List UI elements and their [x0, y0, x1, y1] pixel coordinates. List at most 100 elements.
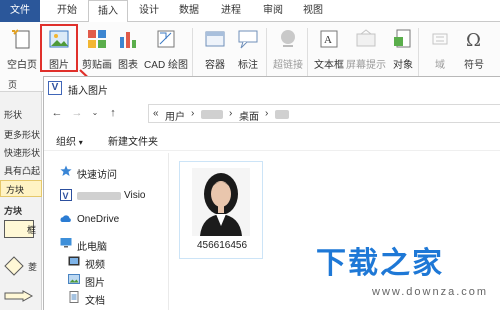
object-icon	[394, 29, 411, 48]
redacted-folder	[275, 110, 289, 119]
tab-insert[interactable]: 插入	[88, 0, 128, 23]
back-arrow-icon[interactable]: ←	[50, 106, 64, 120]
documents-folder-icon	[69, 291, 79, 303]
nav-item-label: Visio	[124, 190, 146, 201]
cad-drawing-icon	[157, 30, 175, 48]
nav-item-label: 快速访问	[77, 170, 117, 181]
field-button[interactable]: 域	[422, 26, 458, 80]
cad-drawing-button[interactable]: CAD 绘图	[144, 26, 188, 80]
chevron-right-icon: ›	[229, 108, 233, 119]
pictures-folder-icon	[68, 274, 80, 284]
star-icon	[60, 165, 72, 176]
tab-home[interactable]: 开始	[50, 0, 84, 22]
symbol-icon: Ω	[466, 30, 481, 50]
nav-item-label: 文档	[85, 296, 105, 307]
panel-item-raised[interactable]: 具有凸起	[4, 164, 40, 177]
panel-item-quick-shapes[interactable]: 快速形状	[4, 146, 40, 159]
file-name: 456616456	[196, 240, 248, 251]
chevron-right-icon: ›	[265, 108, 269, 119]
callout-label: 标注	[238, 60, 258, 71]
up-arrow-icon[interactable]: ↑	[106, 106, 120, 120]
visio-icon: V	[60, 189, 72, 201]
recent-locations-icon[interactable]: ⌄	[88, 106, 102, 120]
organize-label: 组织	[56, 137, 76, 148]
picture-button-highlight	[40, 24, 78, 72]
tab-design[interactable]: 设计	[132, 0, 166, 22]
chevron-down-icon: ▾	[78, 138, 83, 147]
callout-icon	[238, 30, 258, 49]
tab-process[interactable]: 进程	[214, 0, 248, 22]
file-item[interactable]: 456616456	[179, 161, 263, 259]
shape-frame-label: 框	[27, 225, 37, 235]
callout-button[interactable]: 标注	[230, 26, 266, 80]
panel-section-title: 方块	[4, 206, 23, 216]
chart-icon	[120, 32, 136, 48]
shape-frame[interactable]: 框	[4, 220, 37, 238]
hyperlink-icon	[281, 30, 295, 47]
portrait-photo-thumbnail	[192, 168, 250, 236]
new-folder-button[interactable]: 新建文件夹	[108, 133, 158, 148]
screen-tip-icon	[356, 29, 376, 47]
ribbon-group-label: 页	[8, 80, 18, 90]
svg-text:V: V	[63, 191, 69, 201]
nav-item-documents[interactable]: 文档	[52, 289, 177, 307]
symbol-label: 符号	[464, 60, 484, 71]
field-icon	[432, 33, 448, 45]
nav-item-label: OneDrive	[77, 214, 120, 225]
panel-item-shapes[interactable]: 形状	[4, 108, 22, 121]
redacted-username	[201, 110, 223, 119]
navigation-pane: 快速访问 V Visio OneDrive 此电脑 视频 图片 文档	[44, 153, 169, 310]
address-segment-users[interactable]: 用户	[165, 108, 185, 123]
nav-item-visio[interactable]: V Visio	[44, 187, 169, 205]
tab-view[interactable]: 视图	[296, 0, 330, 22]
tab-file[interactable]: 文件	[0, 0, 40, 22]
dialog-title-bar: V 插入图片	[44, 77, 500, 99]
nav-item-pictures[interactable]: 图片	[52, 271, 177, 289]
forward-arrow-icon[interactable]: →	[70, 106, 84, 120]
object-button[interactable]: 对象	[385, 26, 421, 80]
container-icon	[205, 31, 225, 47]
chevron-right-icon: ›	[191, 108, 195, 119]
tab-data[interactable]: 数据	[172, 0, 206, 22]
organize-menu-button[interactable]: 组织 ▾	[56, 133, 83, 148]
svg-text:Ω: Ω	[466, 30, 481, 50]
cloud-icon	[60, 215, 71, 222]
nav-item-this-pc[interactable]: 此电脑	[44, 235, 169, 253]
address-bar[interactable]: « 用户 › › 桌面 ›	[148, 104, 500, 123]
shapes-panel: 形状 更多形状 快速形状 具有凸起 方块 方块 框 菱	[0, 92, 42, 310]
blank-page-icon	[12, 29, 30, 49]
nav-item-label: 此电脑	[77, 242, 107, 253]
video-folder-icon	[68, 256, 80, 266]
blank-page-button[interactable]: 空白页	[4, 26, 40, 80]
computer-icon	[60, 238, 72, 248]
watermark-logo-text: 下载之家	[316, 247, 444, 280]
hyperlink-label: 超链接	[273, 60, 303, 71]
dialog-nav-bar: ← → ⌄ ↑ « 用户 › › 桌面 ›	[44, 101, 500, 125]
panel-selected-stencil[interactable]: 方块	[0, 180, 42, 197]
arrow-shape-icon[interactable]	[4, 290, 34, 302]
nav-item-videos[interactable]: 视频	[52, 253, 177, 271]
nav-item-onedrive[interactable]: OneDrive	[44, 211, 169, 229]
redacted-folder-name	[77, 192, 121, 200]
container-button[interactable]: 容器	[197, 26, 233, 80]
chart-button[interactable]: 图表	[110, 26, 146, 80]
dialog-title: 插入图片	[68, 86, 108, 97]
clip-art-icon	[88, 30, 106, 48]
symbol-button[interactable]: Ω 符号	[456, 26, 492, 80]
address-expand-icon: «	[153, 108, 159, 119]
ribbon-tab-bar: 文件 开始 插入 设计 数据 进程 审阅 视图	[0, 0, 500, 23]
text-box-button[interactable]: A 文本框	[311, 26, 347, 80]
cad-drawing-label: CAD 绘图	[144, 60, 188, 71]
watermark-url: www.downza.com	[372, 286, 489, 298]
nav-item-label: 视频	[85, 260, 105, 271]
panel-selected-stencil-label: 方块	[6, 185, 25, 195]
address-segment-desktop[interactable]: 桌面	[239, 108, 259, 123]
dialog-command-bar: 组织 ▾ 新建文件夹	[44, 127, 500, 151]
screen-tip-button[interactable]: 屏幕提示	[346, 26, 386, 80]
diamond-shape-icon[interactable]	[4, 256, 24, 276]
tab-review[interactable]: 审阅	[256, 0, 290, 22]
hyperlink-button[interactable]: 超链接	[270, 26, 306, 80]
visio-app-icon: V	[48, 81, 62, 95]
nav-item-quick-access[interactable]: 快速访问	[44, 163, 169, 181]
panel-item-more-shapes[interactable]: 更多形状	[4, 128, 40, 141]
